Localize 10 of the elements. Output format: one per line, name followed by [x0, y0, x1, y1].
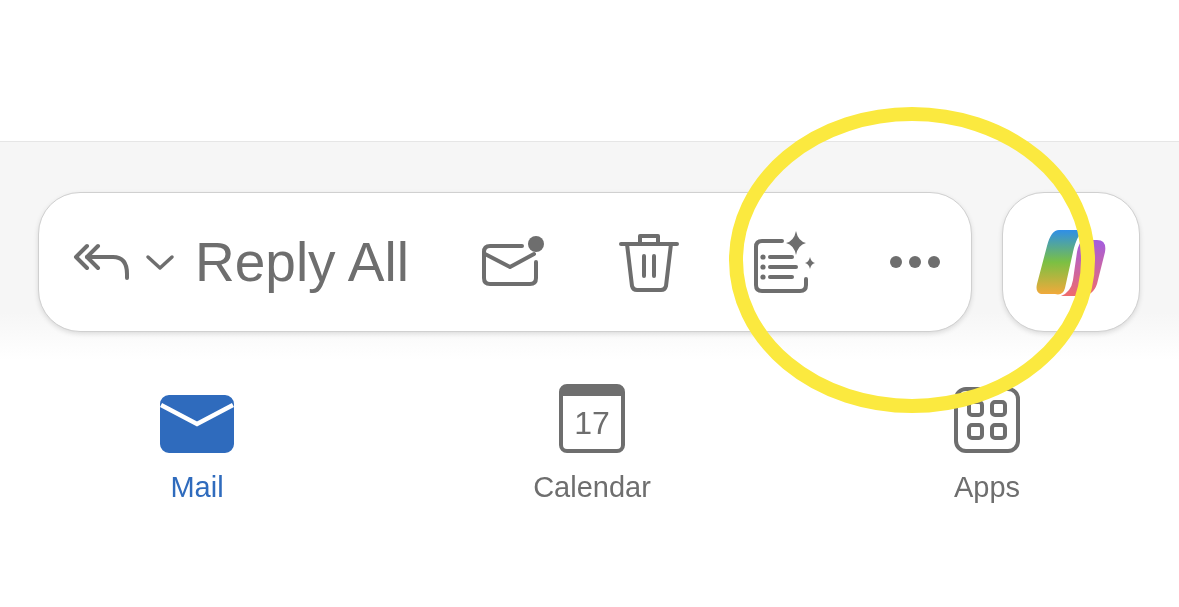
reply-all-button[interactable]: Reply All	[73, 230, 409, 294]
tab-bar-item[interactable]: Apps	[935, 384, 1039, 504]
calendar-icon: 17	[559, 384, 625, 453]
tab-bar-item[interactable]: 17 Calendar	[522, 384, 662, 504]
apps-grid-icon	[954, 387, 1020, 453]
more-icon	[889, 255, 941, 269]
tab-bar-item[interactable]: Mail	[145, 384, 249, 504]
more-button[interactable]	[889, 255, 941, 269]
chevron-down-icon	[145, 253, 175, 271]
envelope-icon	[160, 395, 234, 453]
